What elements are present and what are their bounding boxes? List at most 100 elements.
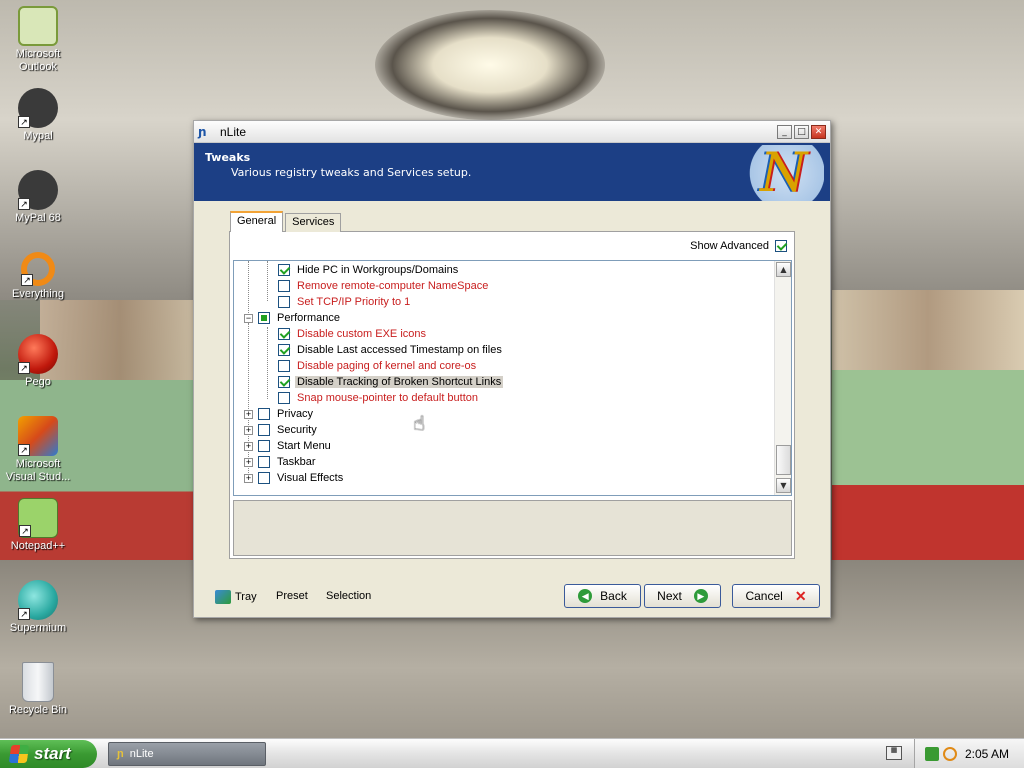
scroll-down-icon[interactable]: ▼ [776,478,791,493]
checkbox[interactable] [278,392,290,404]
tab-general[interactable]: General [230,211,284,232]
tree-group-security[interactable]: + Security [244,422,319,438]
nlite-taskbar-icon: ɲ [117,748,124,760]
tree-item[interactable]: Disable custom EXE icons [278,326,428,342]
notepadpp-icon: ↗ [18,498,58,538]
expand-icon[interactable]: + [244,473,253,483]
desktop-icon-mypal[interactable]: ↗ Mypal [0,88,76,143]
recycle-bin-icon [22,662,54,702]
expand-icon[interactable]: + [244,457,253,467]
desktop-icon-everything[interactable]: ↗ Everything [0,252,76,301]
window-title: nLite [220,124,247,139]
description-panel [233,500,792,556]
minimize-button[interactable]: _ [777,124,792,139]
close-button[interactable]: ✕ [811,124,826,139]
cancel-x-icon: ✕ [794,587,807,604]
shortcut-arrow-icon: ↗ [18,444,30,456]
checkbox[interactable] [258,472,270,484]
selection-button[interactable]: Selection [326,590,371,602]
tab-strip: General Services [230,211,343,234]
desktop-icon-label: Microsoft Visual Stud... [5,458,71,483]
checkbox[interactable] [258,312,270,324]
desktop-icon-label: Notepad++ [10,540,66,552]
selection-label: Selection [326,590,372,602]
tree-group-start-menu[interactable]: + Start Menu [244,438,333,454]
keyboard-icon[interactable]: ▦ [886,746,902,760]
page-title: Tweaks [205,151,251,164]
background-mural-right [832,290,1024,370]
desktop-icon-recycle-bin[interactable]: Recycle Bin [0,662,76,717]
maximize-button[interactable]: □ [794,124,809,139]
tree-scrollbar[interactable]: ▲ ▼ [774,261,791,495]
checkbox[interactable] [258,408,270,420]
collapse-icon[interactable]: − [244,313,253,323]
desktop-icon-label: Recycle Bin [8,704,68,716]
network-tray-icon[interactable] [925,747,939,761]
taskbar-item-nlite[interactable]: ɲ nLite [108,742,266,766]
back-label: Back [600,589,627,603]
cancel-button[interactable]: Cancel ✕ [732,584,820,608]
nlite-app-icon: ɲ [198,124,207,139]
background-chandelier [375,10,605,120]
tree-item[interactable]: Disable paging of kernel and core-os [278,358,478,374]
checkbox[interactable] [258,424,270,436]
desktop-icon-supermium[interactable]: ↗ Supermium [0,580,76,635]
checkbox[interactable] [278,264,290,276]
mypal68-icon: ↗ [18,170,58,210]
tree-item-selected[interactable]: Disable Tracking of Broken Shortcut Link… [278,374,504,390]
tree-item[interactable]: Remove remote-computer NameSpace [278,278,490,294]
nlite-logo-icon: N [732,141,824,204]
tray-icon [215,590,231,604]
search-tray-icon[interactable] [943,747,957,761]
show-advanced-checkbox[interactable] [775,240,787,252]
tray-button[interactable]: Tray [215,590,257,604]
taskbar-item-label: nLite [129,748,154,760]
tree-item[interactable]: Hide PC in Workgroups/Domains [278,262,460,278]
checkbox[interactable] [278,296,290,308]
tab-services[interactable]: Services [285,213,342,232]
checkbox[interactable] [278,376,290,388]
page-subtitle: Various registry tweaks and Services set… [231,166,472,179]
checkbox[interactable] [258,440,270,452]
desktop-icon-label: Supermium [9,622,67,634]
expand-icon[interactable]: + [244,441,253,451]
shortcut-arrow-icon: ↗ [18,116,30,128]
clock[interactable]: 2:05 AM [965,747,1009,761]
start-label: start [34,744,71,763]
outlook-icon [18,6,58,46]
mypal-icon: ↗ [18,88,58,128]
desktop-icon-label: MyPal 68 [15,212,61,224]
checkbox[interactable] [258,456,270,468]
desktop-icon-notepadpp[interactable]: ↗ Notepad++ [0,498,76,553]
next-button[interactable]: Next ▶ [644,584,721,608]
scrollbar-thumb[interactable] [776,445,791,475]
expand-icon[interactable]: + [244,425,253,435]
checkbox[interactable] [278,344,290,356]
title-bar[interactable]: ɲ nLite _ □ ✕ [194,121,830,143]
scroll-up-icon[interactable]: ▲ [776,262,791,277]
shortcut-arrow-icon: ↗ [18,198,30,210]
tree-group-privacy[interactable]: + Privacy [244,406,315,422]
desktop-icon-outlook[interactable]: Microsoft Outlook [0,6,76,74]
desktop-icon-label: Everything [12,288,64,300]
checkbox[interactable] [278,360,290,372]
tree-group-taskbar[interactable]: + Taskbar [244,454,318,470]
checkbox[interactable] [278,328,290,340]
tweaks-tree[interactable]: Hide PC in Workgroups/Domains Remove rem… [233,260,792,496]
tree-group-performance[interactable]: − Performance [244,310,342,326]
desktop-icon-pego[interactable]: ↗ Pego [0,334,76,389]
desktop-icon-mypal68[interactable]: ↗ MyPal 68 [0,170,76,225]
show-advanced-label: Show Advanced [690,240,769,252]
preset-button[interactable]: Preset [276,590,308,602]
tree-item[interactable]: Snap mouse-pointer to default button [278,390,480,406]
expand-icon[interactable]: + [244,409,253,419]
back-button[interactable]: ◀ Back [564,584,641,608]
bottom-bar: Tray Preset Selection ◀ Back Next ▶ Canc… [194,576,830,618]
desktop-icon-visual-studio[interactable]: ↗ Microsoft Visual Stud... [0,416,76,484]
tree-group-visual-effects[interactable]: + Visual Effects [244,470,345,486]
start-button[interactable]: start [0,740,97,768]
show-advanced-toggle[interactable]: Show Advanced [690,240,792,252]
tree-item[interactable]: Disable Last accessed Timestamp on files [278,342,504,358]
tree-item[interactable]: Set TCP/IP Priority to 1 [278,294,412,310]
checkbox[interactable] [278,280,290,292]
